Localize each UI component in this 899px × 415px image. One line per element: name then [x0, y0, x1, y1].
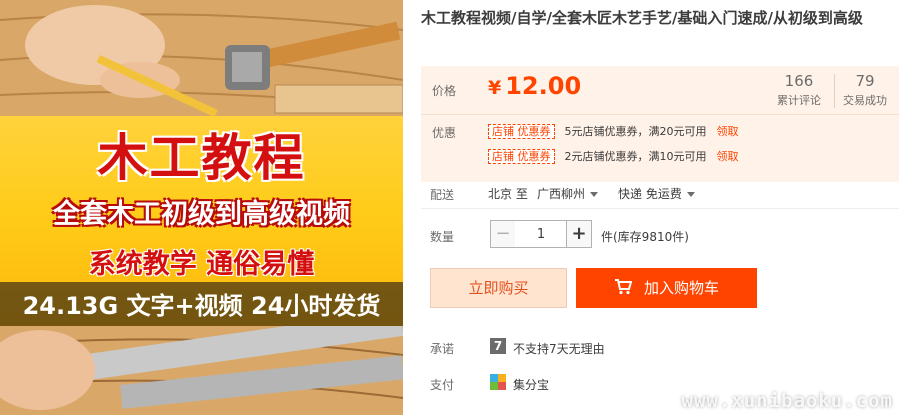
ship-from: 北京 至: [488, 187, 528, 201]
promise-text: 不支持7天无理由: [513, 342, 605, 356]
buy-now-button[interactable]: 立即购买: [430, 268, 567, 308]
coupon-claim-link[interactable]: 领取: [717, 148, 739, 164]
cart-icon: [614, 279, 632, 295]
product-detail-panel: 木工教程视频/自学/全套木匠木艺手艺/基础入门速成/从初级到高级 价格 ¥12.…: [421, 0, 899, 415]
chevron-down-icon: [686, 192, 695, 197]
promo-label: 优惠: [432, 126, 457, 140]
reviews-label: 累计评论: [777, 94, 821, 107]
chevron-down-icon: [590, 192, 599, 197]
price-label: 价格: [432, 84, 457, 98]
coupon-desc: 2元店铺优惠券，满10元可用: [564, 150, 707, 163]
sold-count: 79: [855, 72, 875, 90]
stock-text: 件(库存9810件): [601, 230, 689, 244]
add-to-cart-label: 加入购物车: [643, 279, 719, 297]
jifenbao-icon: [490, 374, 506, 390]
site-watermark: www.xunibaoku.com: [681, 390, 893, 412]
reviews-count: 166: [784, 72, 814, 90]
shipping-label: 配送: [430, 188, 455, 202]
currency-symbol: ¥: [488, 77, 502, 99]
sold-stat: 79 交易成功: [833, 72, 897, 108]
quantity-decrement-button[interactable]: −: [490, 220, 516, 248]
ship-to-text: 广西柳州: [537, 187, 586, 201]
reviews-stat[interactable]: 166 累计评论: [767, 72, 831, 108]
coupon-row: 店铺 优惠券 2元店铺优惠券，满10元可用 领取: [488, 148, 739, 164]
payment-label: 支付: [430, 378, 455, 392]
coupon-tag: 店铺 优惠券: [488, 148, 555, 164]
payment-text: 集分宝: [513, 378, 550, 392]
coupon-row: 店铺 优惠券 5元店铺优惠券，满20元可用 领取: [488, 123, 739, 139]
price-amount: 12.00: [505, 72, 582, 100]
price-box-divider: [421, 114, 899, 115]
coupon-tag: 店铺 优惠券: [488, 123, 555, 139]
promise-label: 承诺: [430, 342, 455, 356]
sold-label: 交易成功: [843, 94, 887, 107]
coupon-desc: 5元店铺优惠券，满20元可用: [564, 125, 707, 138]
quantity-input[interactable]: [515, 220, 567, 248]
quantity-increment-button[interactable]: +: [566, 220, 592, 248]
price-box: 价格 ¥12.00 166 累计评论 79 交易成功 优惠 店铺 优惠券 5元店…: [421, 66, 899, 182]
image-tagline: 系统教学 通俗易懂: [88, 249, 315, 280]
add-to-cart-button[interactable]: 加入购物车: [576, 268, 757, 308]
ship-method-text: 快递 免运费: [618, 187, 682, 201]
product-main-image[interactable]: 木工教程 全套木工初级到高级视频 系统教学 通俗易懂 24.13G 文字+视频 …: [0, 0, 403, 415]
quantity-label: 数量: [430, 230, 455, 244]
price-value: ¥12.00: [488, 72, 581, 100]
shipping-divider: [421, 208, 899, 209]
coupon-claim-link[interactable]: 领取: [717, 123, 739, 139]
no-7day-return-icon: 7: [490, 338, 506, 354]
image-footer-text: 24.13G 文字+视频 24小时发货: [22, 292, 381, 320]
ship-method-dropdown[interactable]: 快递 免运费: [618, 185, 695, 202]
product-title: 木工教程视频/自学/全套木匠木艺手艺/基础入门速成/从初级到高级: [421, 9, 863, 27]
ship-to-dropdown[interactable]: 广西柳州: [537, 185, 599, 202]
image-headline: 木工教程: [97, 129, 306, 187]
image-subheadline: 全套木工初级到高级视频: [53, 199, 350, 230]
